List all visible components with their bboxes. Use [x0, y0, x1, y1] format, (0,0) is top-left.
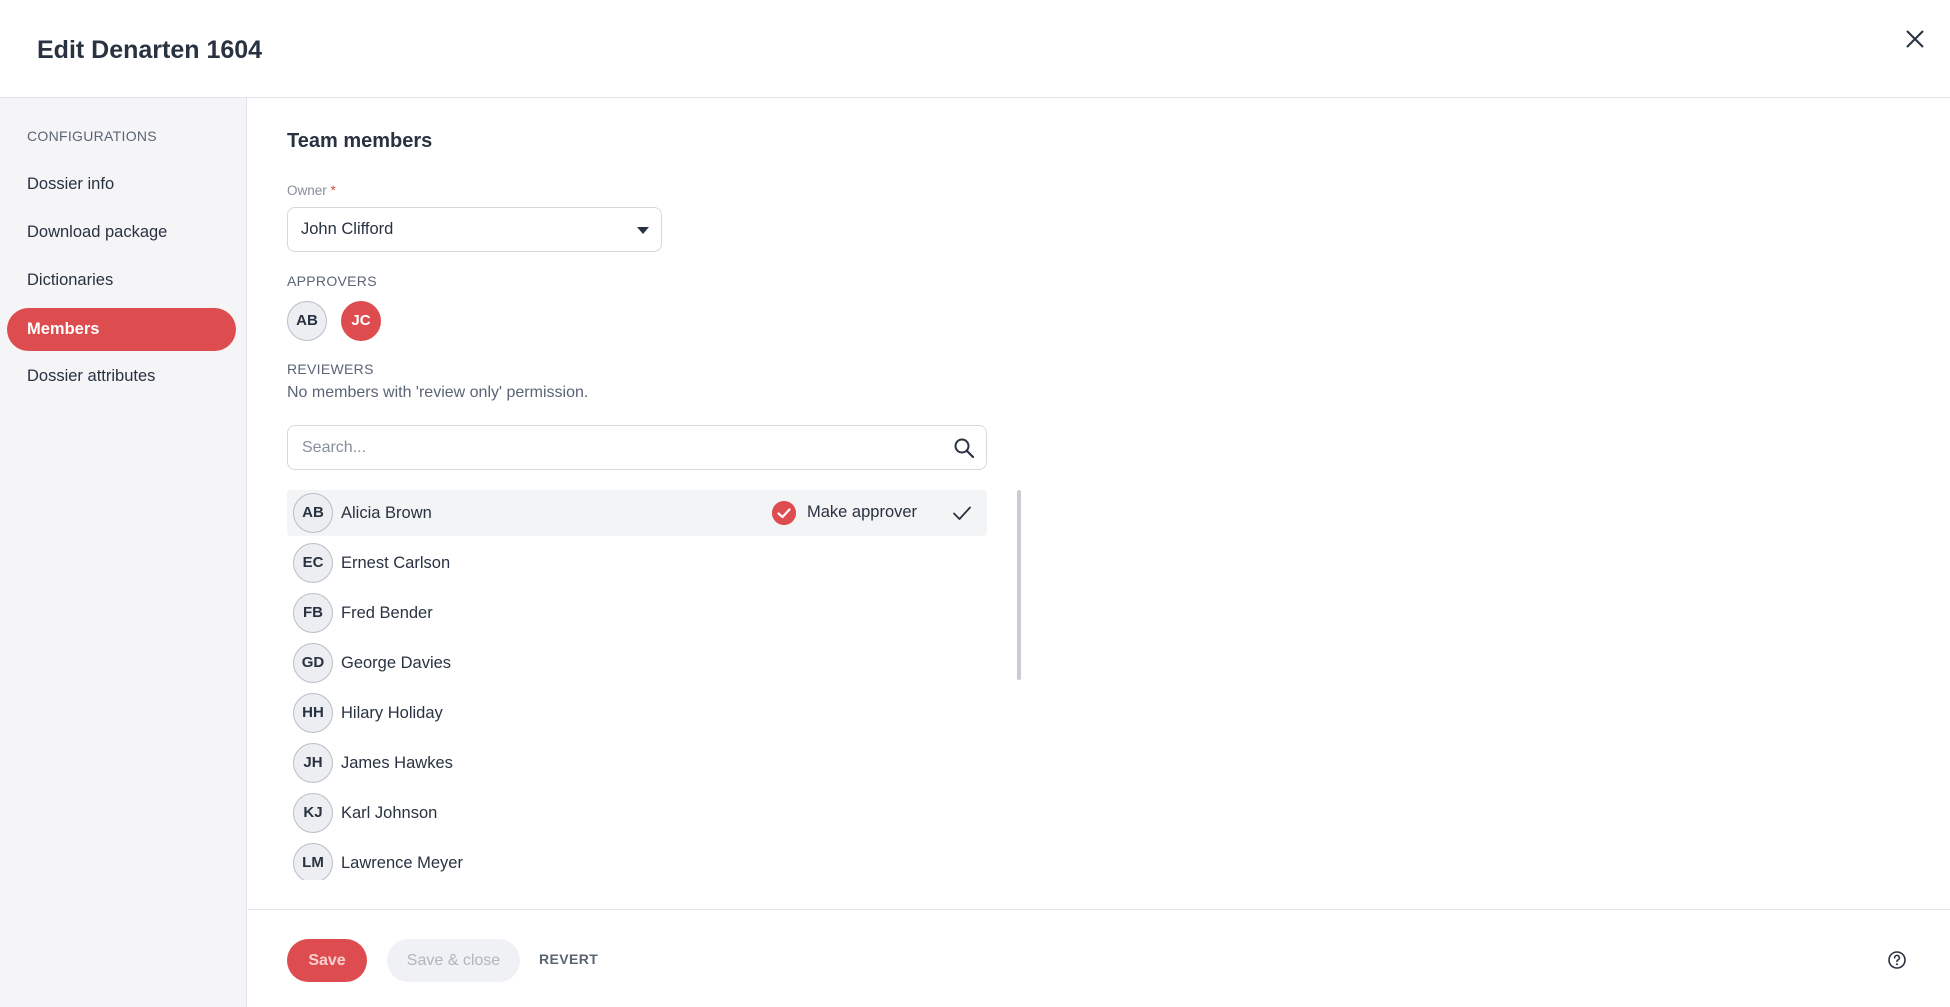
member-name: Ernest Carlson	[341, 554, 451, 572]
member-row[interactable]: HH Hilary Holiday	[287, 690, 987, 736]
member-row[interactable]: KJ Karl Johnson	[287, 790, 987, 836]
save-and-close-button[interactable]: Save & close	[387, 939, 520, 982]
sidebar-item-dictionaries[interactable]: Dictionaries	[7, 259, 236, 302]
member-row[interactable]: AB Alicia Brown Make approver	[287, 490, 987, 536]
sidebar-item-dossier-info[interactable]: Dossier info	[7, 163, 236, 206]
sidebar-item-download-package[interactable]: Download package	[7, 211, 236, 254]
owner-label: Owner *	[287, 183, 336, 198]
member-avatar: JH	[293, 743, 333, 783]
required-mark: *	[330, 183, 336, 198]
dialog-footer: Save Save & close REVERT	[248, 909, 1950, 1007]
section-title: Team members	[287, 130, 433, 152]
save-button[interactable]: Save	[287, 939, 367, 982]
help-icon[interactable]	[1887, 950, 1907, 970]
sidebar-section-label: CONFIGURATIONS	[27, 128, 157, 144]
approvers-label: APPROVERS	[287, 273, 377, 289]
member-avatar: HH	[293, 693, 333, 733]
member-name: George Davies	[341, 654, 452, 672]
reviewers-empty-text: No members with 'review only' permission…	[287, 384, 589, 401]
sidebar-item-members[interactable]: Members	[7, 308, 236, 351]
owner-select-value: John Clifford	[301, 220, 394, 238]
close-icon[interactable]	[1900, 24, 1930, 54]
member-avatar: EC	[293, 543, 333, 583]
member-list-scrollbar[interactable]	[1017, 490, 1021, 680]
check-circle-icon	[772, 501, 796, 525]
member-row[interactable]: JH James Hawkes	[287, 740, 987, 786]
member-avatar: AB	[293, 493, 333, 533]
search-input[interactable]	[302, 426, 942, 469]
make-approver-label: Make approver	[807, 503, 918, 521]
member-avatar: FB	[293, 593, 333, 633]
member-avatar: GD	[293, 643, 333, 683]
member-list: AB Alicia Brown Make approver EC Ernest …	[287, 490, 987, 880]
member-search	[287, 425, 987, 470]
member-name: James Hawkes	[341, 754, 453, 772]
member-avatar: LM	[293, 843, 333, 880]
dialog-title: Edit Denarten 1604	[37, 36, 263, 64]
revert-button[interactable]: REVERT	[539, 951, 598, 967]
approver-avatar[interactable]: JC	[341, 301, 381, 341]
approver-avatar[interactable]: AB	[287, 301, 327, 341]
sidebar-item-dossier-attributes[interactable]: Dossier attributes	[7, 355, 236, 398]
member-row[interactable]: EC Ernest Carlson	[287, 540, 987, 586]
caret-down-icon	[637, 227, 649, 234]
member-name: Karl Johnson	[341, 804, 438, 822]
checkmark-icon[interactable]	[952, 503, 972, 523]
member-row[interactable]: GD George Davies	[287, 640, 987, 686]
owner-label-text: Owner	[287, 183, 327, 198]
main-content: Team members Owner * John Clifford APPRO…	[248, 98, 1950, 909]
member-avatar: KJ	[293, 793, 333, 833]
owner-select[interactable]: John Clifford	[287, 207, 662, 252]
search-icon[interactable]	[953, 437, 975, 459]
member-name: Alicia Brown	[341, 504, 432, 522]
reviewers-label: REVIEWERS	[287, 361, 374, 377]
dialog-header: Edit Denarten 1604	[0, 0, 1950, 98]
member-name: Fred Bender	[341, 604, 433, 622]
member-row[interactable]: LM Lawrence Meyer	[287, 840, 987, 880]
sidebar: CONFIGURATIONS Dossier info Download pac…	[0, 98, 247, 1007]
member-name: Hilary Holiday	[341, 704, 443, 722]
member-name: Lawrence Meyer	[341, 854, 463, 872]
member-row[interactable]: FB Fred Bender	[287, 590, 987, 636]
